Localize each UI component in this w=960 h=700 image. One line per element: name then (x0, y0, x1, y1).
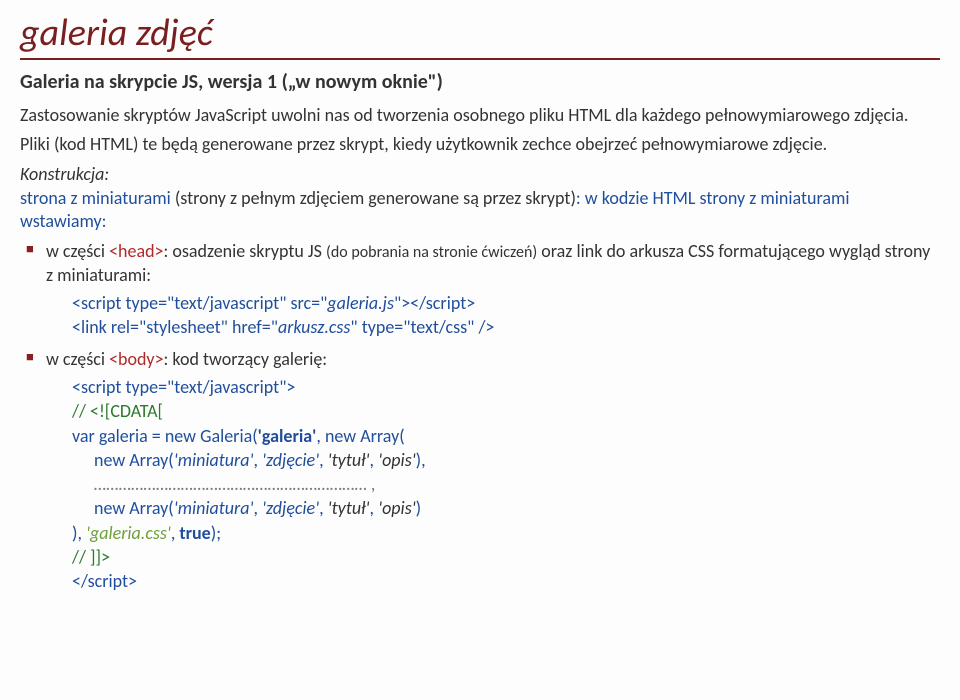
c-zdj2: 'zdjęcie' (262, 497, 319, 519)
c-var-line: var galeria = new Galeria('galeria', new… (72, 424, 940, 448)
bullet-body: w części <body>: kod tworzący galerię: <… (46, 348, 940, 594)
li1-a: w części (46, 240, 109, 262)
c-arr1: Array( (360, 425, 405, 447)
c1c: ipt> (447, 292, 476, 314)
c-op2: 'opis' (378, 497, 416, 519)
c1b: "></scr (394, 292, 447, 314)
strona-a: strona z miniaturami (20, 187, 175, 209)
c-c3: , (319, 449, 328, 471)
construction-label: Konstrukcja: (20, 163, 940, 185)
c-min2: 'miniatura' (174, 497, 254, 519)
li2-b: : kod tworzący galerię: (164, 348, 328, 370)
strona-line: strona z miniaturami (strony z pełnym zd… (20, 187, 940, 234)
c-gal: 'galeria' (258, 425, 317, 447)
c-c6: , (319, 497, 328, 519)
csc-a: </scr (72, 570, 109, 592)
c-dots: ………………………………………………………… , (72, 472, 940, 496)
body-tag: <body> (109, 348, 163, 370)
c-new4: new (94, 497, 129, 519)
c-tail: ), 'galeria.css', true); (72, 521, 940, 545)
head-tag: <head> (109, 240, 163, 262)
code-head-block: <script type="text/javascript" src="gale… (72, 291, 940, 340)
c2href: arkusz.css (278, 316, 350, 338)
c-arr-line1: new Array('miniatura', 'zdjęcie', 'tytuł… (72, 448, 940, 472)
bullet-head: w części <head>: osadzenie skryptu JS (d… (46, 240, 940, 340)
c-c4: , (370, 449, 379, 471)
c1a: <script type="text/javascript" src=" (72, 292, 327, 314)
c1src: galeria.js (327, 292, 394, 314)
c-cp2: ) (416, 497, 421, 519)
c-arr2: Array( (129, 449, 174, 471)
c-eq: = (148, 425, 165, 447)
code-link-line: <link rel="stylesheet" href="arkusz.css"… (72, 315, 940, 339)
csc-b: ipt> (109, 570, 138, 592)
c-g2: Galeria( (200, 425, 258, 447)
li1-paren: (do pobrania na stronie ćwiczeń) (326, 243, 537, 262)
c-c2: , (253, 449, 262, 471)
c-var: var (72, 425, 99, 447)
c-new2: new (325, 425, 360, 447)
page-title: galeria zdjęć (20, 10, 940, 60)
c-c7: , (370, 497, 379, 519)
c-script-close: </script> (72, 569, 940, 593)
c-c5: , (253, 497, 262, 519)
c2b: " type="text/css" /> (350, 316, 494, 338)
c-new3: new (94, 449, 129, 471)
c-arr-line2: new Array('miniatura', 'zdjęcie', 'tytuł… (72, 496, 940, 520)
c-ta: ), (72, 522, 86, 544)
code-script-line: <script type="text/javascript" src="gale… (72, 291, 940, 315)
subtitle: Galeria na skrypcie JS, wersja 1 („w now… (20, 70, 940, 94)
c-comma1: , (316, 425, 325, 447)
bullet-list: w części <head>: osadzenie skryptu JS (d… (20, 240, 940, 594)
c-op1: 'opis' (378, 449, 416, 471)
c-cdata-open: // <![CDATA[ (72, 399, 940, 423)
li1-b: : osadzenie skryptu JS (163, 240, 326, 262)
li2-a: w części (46, 348, 109, 370)
c-tyt2: 'tytuł' (328, 497, 370, 519)
c2a: <link rel="stylesheet" href=" (72, 316, 278, 338)
c-cdata-close: // ]]> (72, 545, 940, 569)
code-body-block: <script type="text/javascript"> // <![CD… (72, 375, 940, 594)
c-zdj1: 'zdjęcie' (262, 449, 319, 471)
c-cp1: ), (416, 449, 426, 471)
strona-b: (strony z pełnym zdjęciem generowane są … (175, 187, 576, 209)
c-true: true (179, 522, 210, 544)
c-open: <script type="text/javascript"> (72, 375, 940, 399)
c-css: 'galeria.css' (86, 522, 171, 544)
paragraph-intro-1: Zastosowanie skryptów JavaScript uwolni … (20, 104, 940, 127)
c-new1: new (165, 425, 200, 447)
c-arr3: Array( (129, 497, 174, 519)
c-min1: 'miniatura' (174, 449, 254, 471)
c-galeria: galeria (99, 425, 148, 447)
c-tyt1: 'tytuł' (328, 449, 370, 471)
paragraph-intro-2: Pliki (kod HTML) te będą generowane prze… (20, 133, 940, 156)
c-tc: ); (211, 522, 221, 544)
